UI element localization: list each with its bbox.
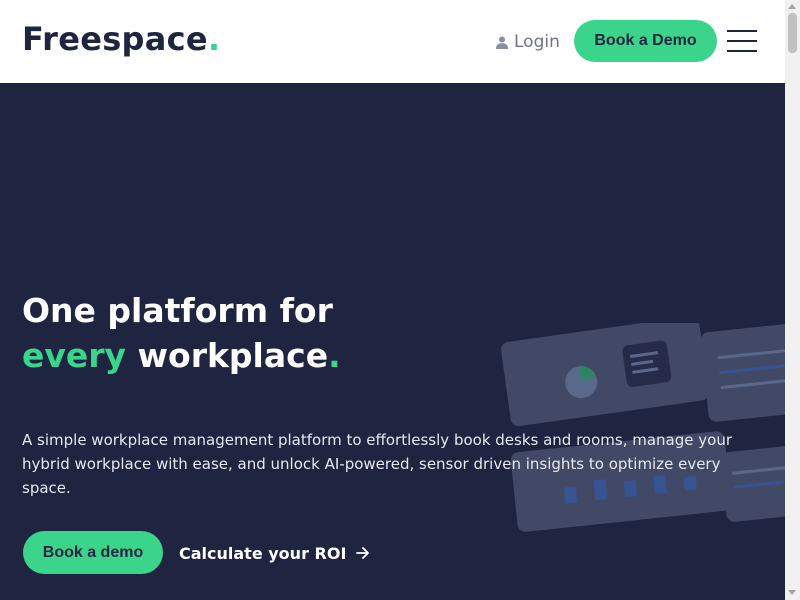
- hero-section: One platform for every workplace. A simp…: [0, 83, 785, 600]
- login-link[interactable]: Login: [496, 30, 560, 54]
- site-header: Freespace. Login Book a Demo: [0, 0, 785, 83]
- headline-line-1: One platform for: [22, 291, 333, 330]
- headline-dot: .: [328, 336, 341, 375]
- user-icon: [496, 36, 508, 49]
- headline-line-2: every workplace.: [22, 333, 341, 378]
- freespace-logo[interactable]: Freespace.: [22, 20, 220, 58]
- arrow-right-icon: [356, 547, 370, 559]
- scroll-up-arrow-icon[interactable]: [788, 4, 796, 9]
- hamburger-menu-icon[interactable]: [727, 29, 757, 53]
- book-a-demo-button[interactable]: Book a Demo: [574, 20, 717, 62]
- page-scrollbar[interactable]: [785, 0, 800, 600]
- login-label: Login: [514, 32, 560, 52]
- headline-highlight: every: [22, 336, 127, 375]
- book-a-demo-cta-button[interactable]: Book a demo: [23, 531, 163, 574]
- hero-description: A simple workplace management platform t…: [22, 431, 732, 497]
- logo-text: Freespace: [22, 20, 208, 58]
- logo-dot: .: [207, 20, 221, 58]
- calculate-roi-link[interactable]: Calculate your ROI: [179, 541, 370, 565]
- roi-label: Calculate your ROI: [179, 543, 347, 563]
- hero-headline: One platform for every workplace.: [22, 288, 341, 378]
- headline-rest: workplace: [126, 336, 329, 375]
- scrollbar-thumb[interactable]: [788, 13, 797, 53]
- scroll-down-arrow-icon[interactable]: [788, 590, 796, 595]
